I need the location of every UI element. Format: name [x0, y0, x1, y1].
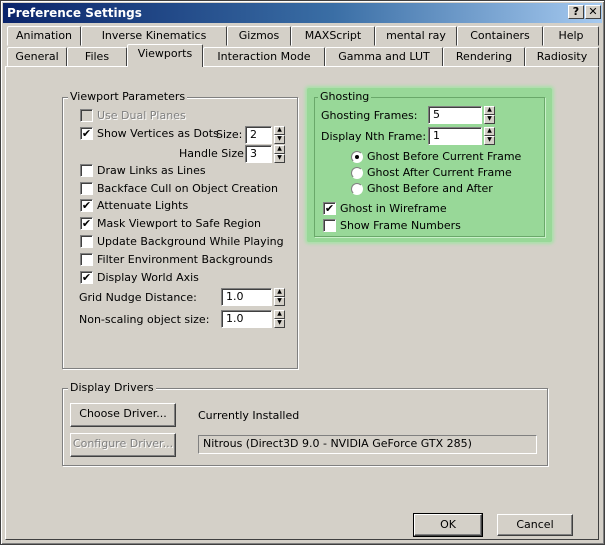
tab-animation[interactable]: Animation [7, 26, 81, 46]
title-bar[interactable]: Preference Settings ? ✕ [3, 3, 602, 23]
preference-settings-dialog: Preference Settings ? ✕ Animation Invers… [0, 0, 605, 545]
help-icon[interactable]: ? [568, 5, 584, 19]
tab-help[interactable]: Help [543, 26, 599, 46]
close-icon[interactable]: ✕ [585, 5, 601, 19]
tab-radiosity[interactable]: Radiosity [525, 47, 599, 67]
tab-gizmos[interactable]: Gizmos [227, 26, 291, 46]
tab-viewports[interactable]: Viewports [127, 44, 203, 67]
tab-mental-ray[interactable]: mental ray [375, 26, 457, 46]
tab-interaction-mode[interactable]: Interaction Mode [203, 47, 325, 67]
tab-inverse-kinematics[interactable]: Inverse Kinematics [81, 26, 227, 46]
tab-gamma-and-lut[interactable]: Gamma and LUT [325, 47, 443, 67]
window-title: Preference Settings [7, 6, 142, 20]
tab-general[interactable]: General [7, 47, 67, 67]
tab-files[interactable]: Files [67, 47, 127, 67]
tab-maxscript[interactable]: MAXScript [291, 26, 375, 46]
tab-containers[interactable]: Containers [457, 26, 543, 46]
tab-rendering[interactable]: Rendering [443, 47, 525, 67]
viewports-tab-panel [5, 66, 599, 540]
